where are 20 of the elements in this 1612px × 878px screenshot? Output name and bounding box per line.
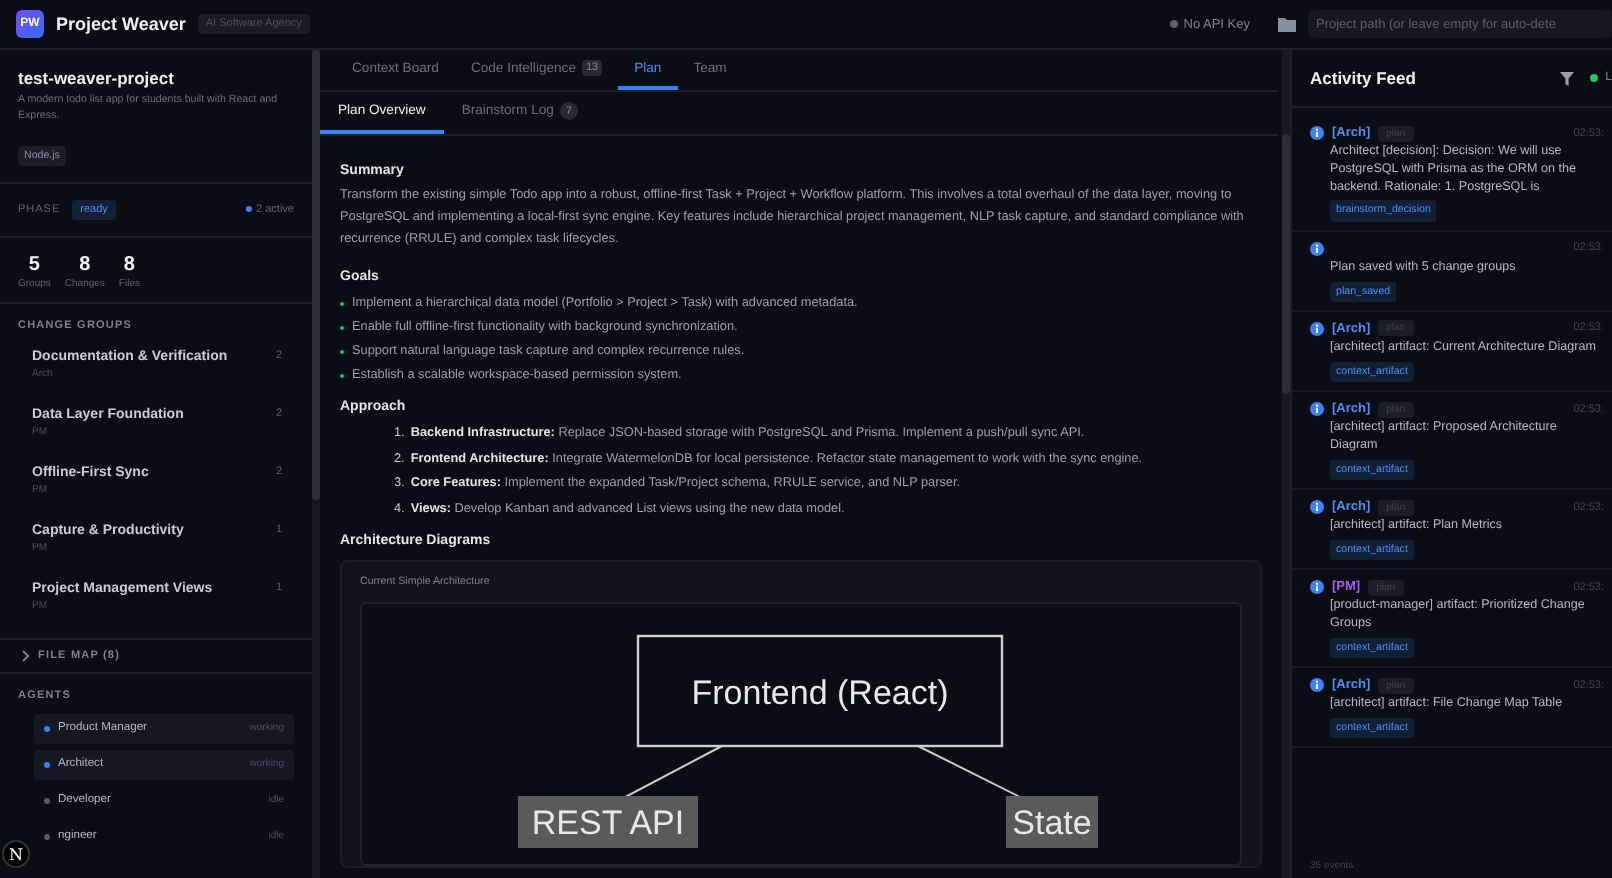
- info-icon: [1310, 241, 1324, 256]
- chevron-icon[interactable]: [22, 649, 30, 662]
- app-title: Project Weaver: [56, 14, 186, 34]
- info-icon: [1310, 580, 1324, 595]
- panel-title: Activity Feed: [1310, 68, 1416, 88]
- folder-icon: [1278, 17, 1296, 31]
- node-label: Frontend (React): [691, 673, 949, 712]
- info-icon: [1310, 126, 1324, 140]
- dev-tools-badge[interactable]: N: [2, 840, 30, 868]
- stat-value: 8: [123, 253, 135, 276]
- info-icon: [1310, 500, 1324, 515]
- stat-value: 5: [28, 253, 40, 276]
- edge-label: REST API: [518, 795, 698, 848]
- edge-label: State: [1006, 795, 1098, 848]
- info-icon: [1310, 402, 1324, 417]
- info-icon: [1310, 678, 1324, 693]
- info-icon: [1310, 321, 1324, 336]
- stat-value: 8: [79, 253, 91, 276]
- filter-icon[interactable]: [1559, 71, 1574, 85]
- project-name: test-weaver-project: [18, 68, 176, 88]
